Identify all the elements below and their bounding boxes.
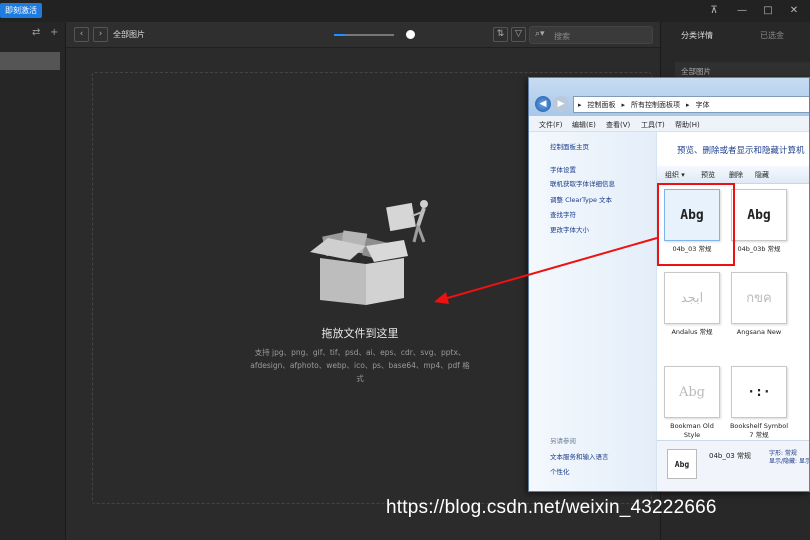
address-path[interactable]: ▸ 控制面板 ▸ 所有控制面板项 ▸ 字体: [573, 96, 809, 113]
drop-title: 拖放文件到这里: [321, 327, 399, 340]
menu-tools[interactable]: 工具(T): [641, 120, 665, 130]
cmd-hide[interactable]: 隐藏: [755, 170, 769, 180]
cmd-delete[interactable]: 删除: [729, 170, 743, 180]
selected-font-meta: 字形: 常规 显示/隐藏: 显示: [769, 450, 810, 466]
link-online-fonts[interactable]: 联机获取字体详细信息: [550, 178, 615, 188]
cmd-preview[interactable]: 预览: [701, 170, 715, 180]
sidebar-tools: ⇄ +: [0, 22, 66, 46]
filter-button[interactable]: ▽: [511, 27, 526, 42]
tab-category-details[interactable]: 分类详情: [681, 30, 713, 41]
pin-icon[interactable]: ⊼: [700, 0, 728, 22]
search-icon: ⌕▾: [535, 29, 545, 39]
path-segment[interactable]: 所有控制面板项: [631, 101, 680, 109]
forward-icon[interactable]: ▶: [553, 96, 569, 112]
menu-edit[interactable]: 编辑(E): [572, 120, 596, 130]
sidebar: ⇄ +: [0, 22, 66, 540]
details-pane: Abg 04b_03 常规 字形: 常规 显示/隐藏: 显示: [657, 440, 810, 491]
zoom-slider[interactable]: [334, 34, 394, 36]
font-preview: กขค: [731, 272, 787, 324]
content-heading: 预览、删除或者显示和隐藏计算机: [677, 146, 805, 156]
address-bar: ◀ ▶ ▸ 控制面板 ▸ 所有控制面板项 ▸ 字体: [529, 78, 809, 116]
task-pane: 控制面板主页 字体设置 联机获取字体详细信息 调整 ClearType 文本 查…: [529, 132, 657, 491]
selected-font-thumb: Abg: [667, 449, 697, 479]
app-window: 即刻激活 ⊼ — □ ✕ ⇄ + ‹ › 全部图片 ⇅ ▽ ⌕▾ 搜索 拖放文件…: [0, 0, 810, 540]
menu-file[interactable]: 文件(F): [539, 120, 563, 130]
font-name: Andalus 常规: [671, 328, 713, 336]
path-segment[interactable]: 字体: [696, 101, 710, 109]
sort-button[interactable]: ⇅: [493, 27, 508, 42]
font-name: Bookman Old Style: [670, 422, 714, 439]
see-also-title: 另请参阅: [550, 437, 576, 445]
font-name: Bookshelf Symbol 7 常规: [729, 422, 789, 439]
link-cleartype[interactable]: 调整 ClearType 文本: [550, 194, 612, 204]
font-preview: Abg: [664, 366, 720, 418]
zoom-slider-fill: [334, 34, 345, 36]
title-bar: 即刻激活 ⊼ — □ ✕: [0, 0, 810, 22]
forward-button[interactable]: ›: [93, 27, 108, 42]
link-font-size[interactable]: 更改字体大小: [550, 224, 589, 234]
maximize-button[interactable]: □: [754, 0, 782, 22]
explorer-window: ◀ ▶ ▸ 控制面板 ▸ 所有控制面板项 ▸ 字体 文件(F) 编辑(E) 查看(V) 工…: [528, 77, 810, 492]
path-folder-icon: ▸: [578, 101, 582, 109]
search-placeholder: 搜索: [554, 32, 570, 41]
link-find-char[interactable]: 查找字符: [550, 209, 576, 219]
command-bar: 组织 ▾ 预览 删除 隐藏: [657, 166, 809, 184]
meta-visibility: 显示/隐藏: 显示: [769, 458, 810, 465]
box-illustration-icon: [310, 200, 428, 305]
menu-bar: 文件(F) 编辑(E) 查看(V) 工具(T) 帮助(H): [529, 116, 809, 132]
font-name: Angsana New: [736, 328, 782, 336]
link-personalize[interactable]: 个性化: [550, 466, 570, 476]
back-icon[interactable]: ◀: [535, 96, 551, 112]
link-font-settings[interactable]: 字体设置: [550, 164, 576, 174]
menu-help[interactable]: 帮助(H): [675, 120, 700, 130]
font-preview: ابجد: [664, 272, 720, 324]
selected-font-name: 04b_03 常规: [709, 452, 751, 460]
link-text-services[interactable]: 文本服务和输入语言: [550, 451, 609, 461]
add-icon[interactable]: +: [50, 27, 58, 38]
search-input[interactable]: ⌕▾ 搜索: [529, 26, 653, 44]
toolbar: ‹ › 全部图片 ⇅ ▽ ⌕▾ 搜索: [66, 22, 660, 48]
sort-icon[interactable]: ⇄: [32, 27, 40, 38]
drop-formats: 支持 jpg、png、gif、tif、psd、ai、eps、cdr、svg、pp…: [250, 348, 470, 383]
sidebar-item-selected[interactable]: [0, 52, 60, 70]
meta-style: 字形: 常规: [769, 450, 797, 457]
font-name: 04b_03b 常规: [737, 245, 781, 253]
tab-selected[interactable]: 已选金: [760, 30, 784, 41]
cmd-organize[interactable]: 组织 ▾: [665, 170, 685, 180]
close-button[interactable]: ✕: [780, 0, 808, 22]
back-button[interactable]: ‹: [74, 27, 89, 42]
font-preview: ·:·: [731, 366, 787, 418]
minimize-button[interactable]: —: [728, 0, 756, 22]
watermark: https://blog.csdn.net/weixin_43222666: [386, 497, 717, 518]
path-segment[interactable]: 控制面板: [588, 101, 616, 109]
activate-button[interactable]: 即刻激活: [0, 3, 42, 18]
highlight-box: [657, 183, 735, 266]
font-preview: Abg: [731, 189, 787, 241]
link-control-panel-home[interactable]: 控制面板主页: [550, 141, 589, 151]
menu-view[interactable]: 查看(V): [606, 120, 630, 130]
folder-title: 全部图片: [113, 30, 145, 39]
zoom-slider-knob[interactable]: [406, 30, 416, 39]
